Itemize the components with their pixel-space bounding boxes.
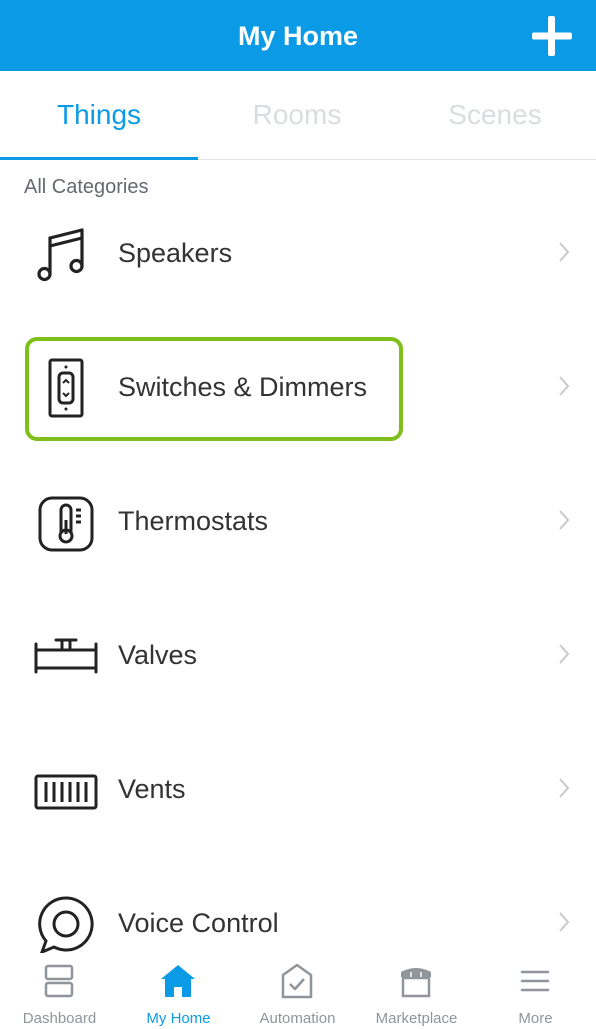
automation-icon [281,963,313,999]
chevron-right-icon [559,376,570,396]
chevron-right-icon [559,644,570,664]
menu-icon [520,970,550,992]
nav-marketplace[interactable]: Marketplace [357,953,476,1029]
dashboard-icon [44,964,74,998]
category-switches-dimmers[interactable]: Switches & Dimmers [0,335,596,445]
nav-label: Dashboard [22,1010,97,1027]
nav-label: My Home [146,1010,211,1027]
app-header: My Home [0,0,596,71]
tab-rooms[interactable]: Rooms [198,71,396,159]
bottom-nav: Dashboard My Home Automation Marketplace… [0,953,596,1029]
valve-icon [34,638,98,674]
section-label: All Categories [24,176,149,198]
nav-label: Marketplace [375,1010,458,1027]
tab-bar: Things Rooms Scenes [0,71,596,160]
chevron-right-icon [559,778,570,798]
category-label: Vents [118,774,186,804]
add-button[interactable] [530,14,574,58]
category-label: Switches & Dimmers [118,372,368,402]
plus-icon [532,16,572,56]
category-label: Thermostats [118,506,269,536]
nav-label: Automation [259,1010,336,1027]
category-valves[interactable]: Valves [0,603,596,713]
music-note-icon [37,228,84,282]
active-tab-indicator [0,157,198,160]
nav-more[interactable]: More [476,953,595,1029]
nav-dashboard[interactable]: Dashboard [0,953,119,1029]
nav-automation[interactable]: Automation [238,953,357,1029]
chevron-right-icon [559,912,570,932]
nav-label: More [518,1010,553,1027]
home-icon [161,965,195,997]
nav-my-home[interactable]: My Home [119,953,238,1029]
category-speakers[interactable]: Speakers [0,201,596,311]
vent-icon [34,774,98,810]
category-vents[interactable]: Vents [0,737,596,847]
chevron-right-icon [559,510,570,530]
light-switch-icon [48,358,84,418]
voice-bubble-icon [38,896,94,955]
category-label: Valves [118,640,198,670]
page-title: My Home [237,21,359,51]
category-label: Speakers [118,238,233,268]
category-thermostats[interactable]: Thermostats [0,469,596,579]
chevron-right-icon [559,242,570,262]
marketplace-icon [401,968,431,998]
tab-scenes[interactable]: Scenes [396,71,594,159]
thermostat-icon [38,496,94,552]
tab-things[interactable]: Things [0,71,198,159]
